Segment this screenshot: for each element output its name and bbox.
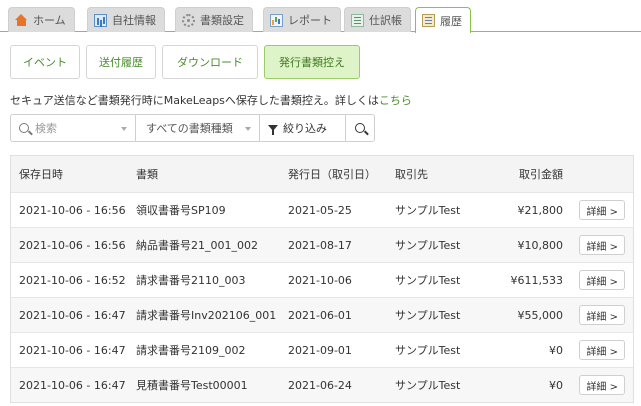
description-text: セキュア送信など書類発行時にMakeLeapsへ保存した書類控え。詳しくは bbox=[10, 94, 379, 107]
main-nav: ホーム 自社情報 書類設定 レポート 仕訳帳 履歴 bbox=[0, 0, 641, 33]
document-type-value: すべての書類種類 bbox=[146, 122, 233, 135]
page-description: セキュア送信など書類発行時にMakeLeapsへ保存した書類控え。詳しくはこちら bbox=[10, 92, 412, 108]
table-row: 2021-10-06 - 16:47 請求書番号2109_002 2021-09… bbox=[11, 332, 633, 367]
cell-client: サンプルTest bbox=[395, 204, 461, 217]
subtab-events[interactable]: イベント bbox=[10, 45, 80, 79]
detail-cell: 詳細 > bbox=[579, 193, 625, 227]
cell-saved-at: 2021-10-06 - 16:52 bbox=[19, 273, 126, 287]
cell-client: サンプルTest bbox=[395, 309, 461, 322]
tab-journal[interactable]: 仕訳帳 bbox=[344, 7, 411, 32]
cell-amount: ¥611,533 bbox=[510, 273, 564, 287]
table-header: 保存日時 書類 発行日（取引日） 取引先 取引金額 bbox=[11, 156, 633, 192]
table-row: 2021-10-06 - 16:47 見積書番号Test00001 2021-0… bbox=[11, 367, 633, 402]
cell-saved-at: 2021-10-06 - 16:47 bbox=[19, 378, 126, 392]
tab-history[interactable]: 履歴 bbox=[415, 7, 471, 33]
document-type-select[interactable]: すべての書類種類 bbox=[135, 114, 260, 142]
header-saved-at: 保存日時 bbox=[19, 168, 63, 181]
tab-document-settings[interactable]: 書類設定 bbox=[175, 7, 253, 32]
cell-issue-date: 2021-08-17 bbox=[288, 238, 352, 252]
cell-document: 領収書番号SP109 bbox=[136, 204, 226, 217]
detail-button[interactable]: 詳細 > bbox=[579, 375, 625, 395]
header-client: 取引先 bbox=[395, 168, 428, 181]
detail-cell: 詳細 > bbox=[579, 333, 625, 367]
chevron-down-icon bbox=[121, 127, 127, 131]
detail-button[interactable]: 詳細 > bbox=[579, 270, 625, 290]
subtab-issued-copies[interactable]: 発行書類控え bbox=[264, 45, 360, 79]
tab-reports[interactable]: レポート bbox=[263, 7, 341, 32]
subtab-issued-copies-label: 発行書類控え bbox=[279, 56, 345, 69]
home-icon bbox=[15, 13, 28, 27]
details-link[interactable]: こちら bbox=[379, 94, 412, 107]
search-placeholder: 検索 bbox=[35, 122, 57, 135]
header-document: 書類 bbox=[136, 168, 158, 181]
tab-company-info[interactable]: 自社情報 bbox=[87, 7, 165, 32]
cell-client: サンプルTest bbox=[395, 344, 461, 357]
cell-amount: ¥0 bbox=[549, 343, 563, 357]
header-amount: 取引金額 bbox=[519, 168, 563, 181]
tab-home-label: ホーム bbox=[33, 14, 66, 27]
search-input[interactable]: 検索 bbox=[10, 114, 136, 142]
chevron-down-icon bbox=[245, 127, 251, 131]
detail-button[interactable]: 詳細 > bbox=[579, 200, 625, 220]
cell-document: 請求書番号2109_002 bbox=[136, 344, 246, 357]
tab-reports-label: レポート bbox=[288, 14, 332, 27]
header-issue-date: 発行日（取引日） bbox=[288, 168, 376, 181]
subtab-download-label: ダウンロード bbox=[177, 56, 243, 69]
issued-documents-table: 保存日時 書類 発行日（取引日） 取引先 取引金額 2021-10-06 - 1… bbox=[10, 155, 634, 403]
detail-button[interactable]: 詳細 > bbox=[579, 340, 625, 360]
company-icon bbox=[94, 13, 107, 27]
funnel-icon bbox=[268, 125, 278, 135]
search-icon bbox=[355, 123, 365, 133]
detail-cell: 詳細 > bbox=[579, 298, 625, 332]
tab-home[interactable]: ホーム bbox=[8, 7, 75, 32]
cell-issue-date: 2021-05-25 bbox=[288, 203, 352, 217]
detail-button[interactable]: 詳細 > bbox=[579, 305, 625, 325]
cell-issue-date: 2021-06-24 bbox=[288, 378, 352, 392]
cell-document: 見積書番号Test00001 bbox=[136, 379, 248, 392]
cell-issue-date: 2021-10-06 bbox=[288, 273, 352, 287]
detail-cell: 詳細 > bbox=[579, 368, 625, 402]
cell-amount: ¥0 bbox=[549, 378, 563, 392]
cell-amount: ¥10,800 bbox=[517, 238, 564, 252]
gear-icon bbox=[182, 13, 195, 27]
table-row: 2021-10-06 - 16:47 請求書番号Inv202106_001 20… bbox=[11, 297, 633, 332]
history-icon bbox=[422, 14, 435, 27]
tab-document-settings-label: 書類設定 bbox=[200, 14, 244, 27]
table-row: 2021-10-06 - 16:56 領収書番号SP109 2021-05-25… bbox=[11, 192, 633, 227]
cell-amount: ¥55,000 bbox=[517, 308, 564, 322]
cell-client: サンプルTest bbox=[395, 379, 461, 392]
cell-client: サンプルTest bbox=[395, 274, 461, 287]
table-row: 2021-10-06 - 16:56 納品書番号21_001_002 2021-… bbox=[11, 227, 633, 262]
subtab-send-history[interactable]: 送付履歴 bbox=[86, 45, 156, 79]
search-icon bbox=[19, 123, 29, 133]
subtab-send-history-label: 送付履歴 bbox=[99, 56, 143, 69]
search-submit-button[interactable] bbox=[345, 114, 375, 142]
detail-cell: 詳細 > bbox=[579, 263, 625, 297]
cell-issue-date: 2021-09-01 bbox=[288, 343, 352, 357]
cell-document: 請求書番号Inv202106_001 bbox=[136, 309, 277, 322]
table-row: 2021-10-06 - 16:52 請求書番号2110_003 2021-10… bbox=[11, 262, 633, 297]
journal-icon bbox=[351, 13, 364, 27]
filter-label: 絞り込み bbox=[283, 122, 327, 135]
tab-journal-label: 仕訳帳 bbox=[369, 14, 402, 27]
subtab-events-label: イベント bbox=[23, 56, 67, 69]
cell-issue-date: 2021-06-01 bbox=[288, 308, 352, 322]
detail-cell: 詳細 > bbox=[579, 228, 625, 262]
cell-document: 請求書番号2110_003 bbox=[136, 274, 246, 287]
cell-document: 納品書番号21_001_002 bbox=[136, 239, 258, 252]
cell-saved-at: 2021-10-06 - 16:56 bbox=[19, 238, 126, 252]
tab-company-info-label: 自社情報 bbox=[112, 14, 156, 27]
filter-button[interactable]: 絞り込み bbox=[259, 114, 346, 142]
cell-client: サンプルTest bbox=[395, 239, 461, 252]
tab-history-label: 履歴 bbox=[440, 14, 462, 28]
detail-button[interactable]: 詳細 > bbox=[579, 235, 625, 255]
cell-saved-at: 2021-10-06 - 16:47 bbox=[19, 308, 126, 322]
subtab-download[interactable]: ダウンロード bbox=[162, 45, 258, 79]
cell-saved-at: 2021-10-06 - 16:47 bbox=[19, 343, 126, 357]
cell-saved-at: 2021-10-06 - 16:56 bbox=[19, 203, 126, 217]
report-icon bbox=[270, 13, 283, 27]
cell-amount: ¥21,800 bbox=[517, 203, 564, 217]
